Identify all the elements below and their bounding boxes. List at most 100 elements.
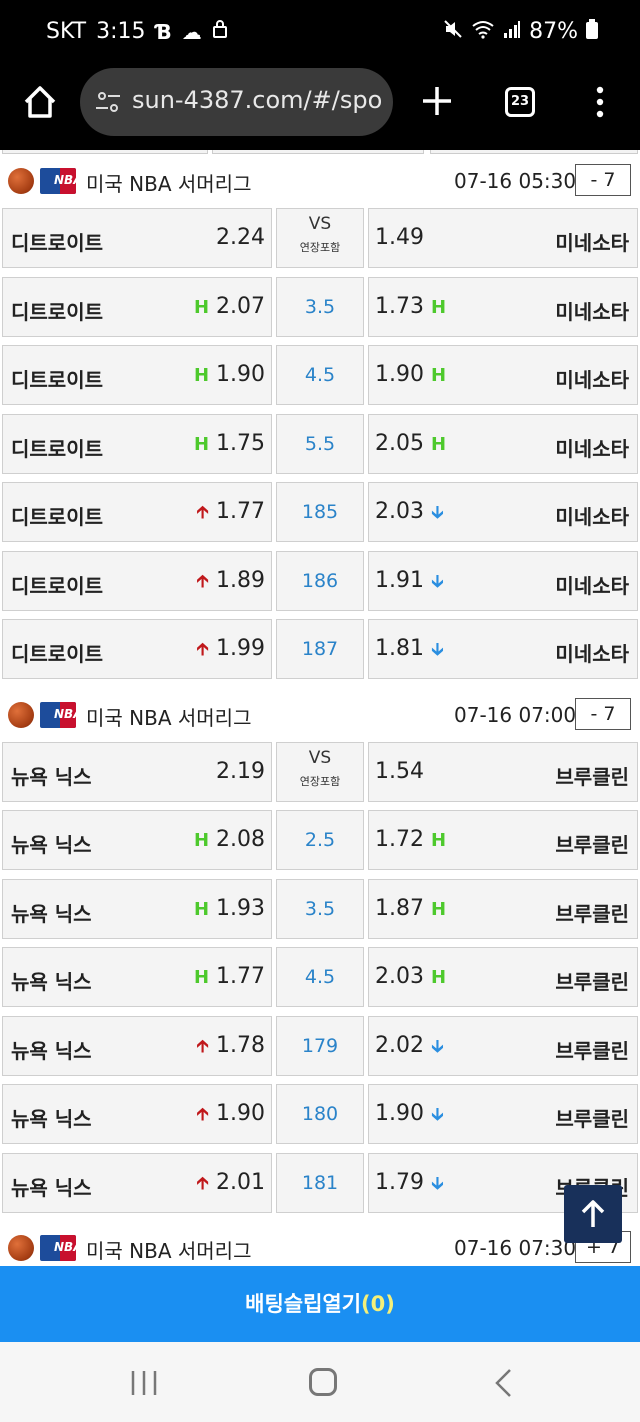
line-value: 179 (301, 1034, 339, 1057)
draw-line-button[interactable]: 179 (276, 1015, 364, 1076)
over-up-arrow-icon: 🡱 (196, 639, 210, 660)
league-name: 미국 NBA 서머리그 (86, 1239, 252, 1263)
draw-line-button[interactable]: 187 (276, 619, 364, 679)
vs-label: VS (308, 747, 332, 768)
home-odds-button[interactable]: 디트로이트 🡱 1.89 (2, 550, 272, 611)
browser-home-icon[interactable] (20, 82, 60, 122)
away-odds-button[interactable]: 1.73 H 미네소타 (368, 276, 638, 337)
home-odds-button[interactable]: 디트로이트 🡱 1.77 (2, 482, 272, 542)
draw-line-button[interactable]: 3.5 (276, 878, 364, 939)
basketball-icon (8, 1235, 34, 1261)
away-odds-button[interactable]: 2.03 🡳 미네소타 (368, 482, 638, 542)
status-right: 87% (443, 19, 598, 44)
home-odds-button[interactable]: 뉴욕 닉스 🡱 1.90 (2, 1084, 272, 1144)
site-settings-icon[interactable] (94, 88, 122, 116)
away-odd-wrap: 1.87 H (375, 896, 446, 921)
mute-icon (443, 19, 463, 44)
home-odds-button[interactable]: 뉴욕 닉스 🡱 1.78 (2, 1015, 272, 1076)
over-up-arrow-icon: 🡱 (196, 1035, 210, 1057)
home-odds-button[interactable]: 디트로이트 🡱 1.99 (2, 619, 272, 679)
away-odds-button[interactable]: 1.81 🡳 미네소타 (368, 619, 638, 679)
nav-home-icon[interactable] (309, 1368, 337, 1396)
away-odds-button[interactable]: 1.72 H 브루클린 (368, 810, 638, 870)
over-up-arrow-icon: 🡱 (196, 1104, 210, 1125)
away-odds-button[interactable]: 2.05 H 미네소타 (368, 413, 638, 474)
line-value: 180 (301, 1103, 339, 1125)
draw-line-button[interactable]: 3.5 (276, 276, 364, 337)
draw-line-button[interactable]: 180 (276, 1084, 364, 1144)
away-odds-button[interactable]: 1.90 H 미네소타 (368, 345, 638, 405)
draw-line-button[interactable]: 4.5 (276, 947, 364, 1007)
away-odd-value: 2.03 (375, 964, 424, 989)
away-odds-button[interactable]: 1.91 🡳 미네소타 (368, 550, 638, 611)
overflow-menu-icon[interactable] (590, 84, 610, 120)
nba-logo-icon: NBA (40, 701, 76, 728)
draw-line-button[interactable]: 181 (276, 1152, 364, 1213)
home-odds-button[interactable]: 뉴욕 닉스 🡱 2.01 (2, 1152, 272, 1213)
home-odds-button[interactable]: 디트로이트 H 1.75 (2, 413, 272, 474)
away-odds-button[interactable]: 1.87 H 브루클린 (368, 878, 638, 939)
lock-icon (212, 19, 228, 44)
away-odd-value: 1.73 (375, 293, 424, 319)
home-team-name: 디트로이트 (11, 505, 103, 529)
draw-line-button[interactable]: VS 연장포함 (276, 208, 364, 268)
nav-back-icon[interactable] (492, 1368, 516, 1398)
more-markets-button[interactable]: - 7 (575, 697, 631, 730)
leagues-container: NBA미국 NBA 서머리그07-16 05:30- 7디트로이트2.24VS연… (0, 154, 640, 1266)
away-odd-value: 1.91 (375, 567, 424, 593)
away-odd-wrap: 2.05 H (375, 431, 446, 456)
draw-line-button[interactable]: 4.5 (276, 345, 364, 405)
away-odds-button[interactable]: 2.03 H 브루클린 (368, 947, 638, 1007)
under-down-arrow-icon: 🡳 (430, 570, 444, 592)
handicap-marker: H (193, 898, 210, 920)
home-odds-button[interactable]: 디트로이트 2.24 (2, 208, 272, 268)
away-odd-value: 1.81 (375, 636, 424, 661)
away-team-name: 브루클린 (555, 1107, 629, 1131)
under-down-arrow-icon: 🡳 (430, 1104, 444, 1125)
draw-line-button[interactable]: 2.5 (276, 810, 364, 870)
tab-switcher-button[interactable]: 23 (505, 87, 535, 117)
url-bar[interactable]: sun-4387.com/#/spo (80, 68, 393, 136)
draw-line-button[interactable]: 185 (276, 482, 364, 542)
line-value: 3.5 (304, 897, 336, 920)
url-text[interactable]: sun-4387.com/#/spo (132, 86, 382, 114)
recent-apps-icon[interactable] (130, 1370, 158, 1396)
bet-slip-open-button[interactable]: 배팅슬립열기(0) (0, 1266, 640, 1342)
home-odds-button[interactable]: 디트로이트 H 1.90 (2, 345, 272, 405)
home-odd-value: 1.89 (216, 567, 265, 593)
home-odds-button[interactable]: 뉴욕 닉스 H 1.93 (2, 878, 272, 939)
away-odds-button[interactable]: 2.02 🡳 브루클린 (368, 1015, 638, 1076)
draw-line-button[interactable]: VS 연장포함 (276, 741, 364, 802)
away-odds-button[interactable]: 1.54 브루클린 (368, 741, 638, 802)
battery-icon (586, 19, 598, 44)
draw-line-button[interactable]: 5.5 (276, 413, 364, 474)
odds-row: 디트로이트 2.24 VS 연장포함 1.49 미네소타 (0, 208, 640, 277)
more-markets-button[interactable]: - 7 (575, 164, 631, 196)
home-odd-wrap: H 1.75 (194, 431, 265, 456)
home-team-name: 디트로이트 (11, 231, 103, 255)
home-odds-button[interactable]: 뉴욕 닉스 H 1.77 (2, 947, 272, 1007)
new-tab-icon[interactable] (420, 84, 454, 118)
home-team-name: 뉴욕 닉스 (11, 1107, 92, 1131)
away-team-name: 브루클린 (555, 970, 629, 994)
home-odd-wrap: 🡱 1.90 (196, 1101, 265, 1132)
away-odd-value: 1.90 (375, 362, 424, 387)
home-odds-button[interactable]: 디트로이트 H 2.07 (2, 276, 272, 337)
away-odds-button[interactable]: 1.90 🡳 브루클린 (368, 1084, 638, 1144)
home-team-name: 뉴욕 닉스 (11, 1175, 92, 1200)
home-odd-value: 2.08 (216, 827, 265, 852)
carrier-label: SKT (46, 19, 87, 44)
home-team-name: 디트로이트 (11, 368, 103, 392)
home-odd-wrap: 🡱 1.99 (196, 636, 265, 667)
draw-line-button[interactable]: 186 (276, 550, 364, 611)
status-bar: SKT 3:15 Ɓ ☁ 87% (0, 0, 640, 66)
home-odds-button[interactable]: 뉴욕 닉스 H 2.08 (2, 810, 272, 870)
line-value: 185 (301, 501, 339, 523)
basketball-icon (8, 701, 34, 728)
away-team-name: 미네소타 (555, 642, 629, 666)
home-odd-wrap: 🡱 1.89 (196, 568, 265, 599)
away-odds-button[interactable]: 1.49 미네소타 (368, 208, 638, 268)
scroll-to-top-button[interactable] (564, 1185, 622, 1243)
browser-toolbar: sun-4387.com/#/spo 23 (0, 66, 640, 150)
home-odds-button[interactable]: 뉴욕 닉스 2.19 (2, 741, 272, 802)
